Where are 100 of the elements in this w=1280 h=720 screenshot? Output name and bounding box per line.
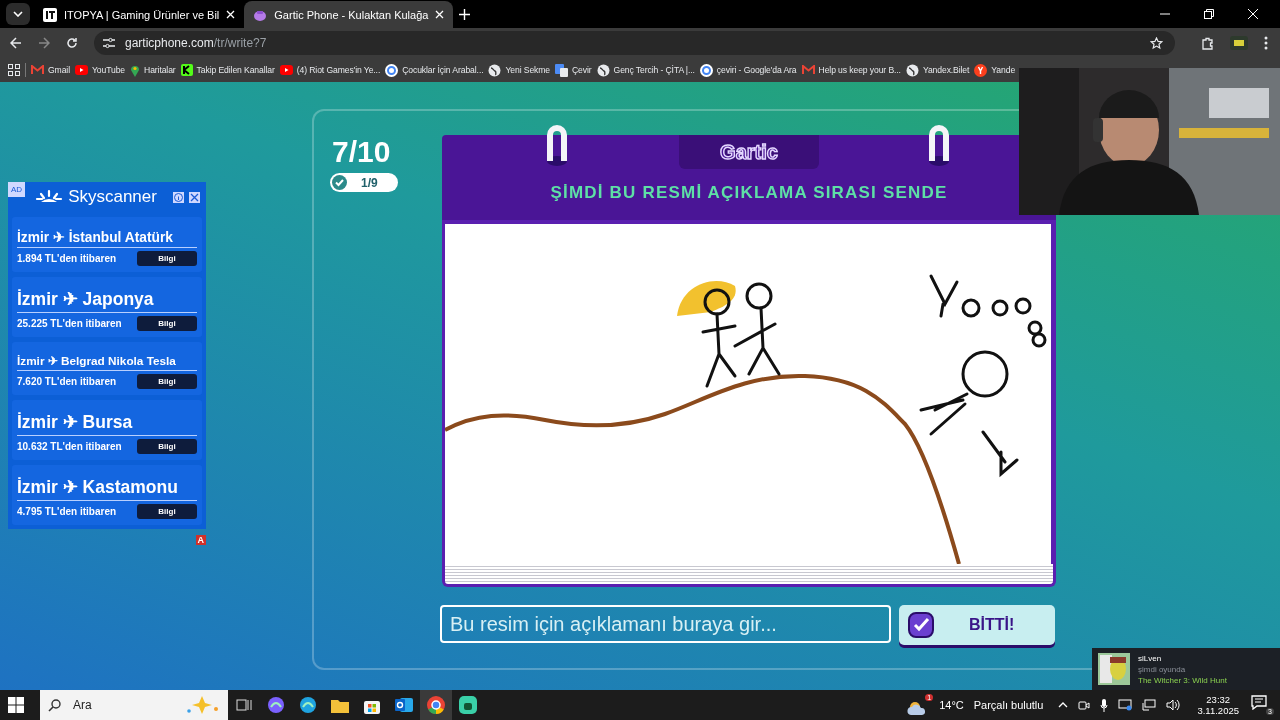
flight-offer-card[interactable]: İzmir ✈ Bursa 10.632 TL'den itibaren Bilgi [12,400,202,460]
ad-label: AD [8,182,26,197]
play-icon [74,65,88,75]
sunrise-logo-icon [35,189,64,205]
display-icon[interactable] [1118,699,1133,711]
globe-icon [488,63,502,77]
friend-notification[interactable]: siLven şimdi oyunda The Witcher 3: Wild Hunt [1092,648,1280,690]
bookmark[interactable]: Yande [974,63,1016,77]
new-tab-icon[interactable] [459,9,471,20]
info-button[interactable]: Bilgi [137,504,197,519]
reload-icon[interactable] [66,37,78,49]
caret-icon [13,11,23,17]
bookmark[interactable]: Takip Edilen Kanallar [180,64,275,76]
camera-icon[interactable] [1078,699,1091,711]
flight-offer-card[interactable]: İzmir ✈ Japonya 25.225 TL'den itibaren Bilgi [12,277,202,337]
bookmark[interactable]: Çevir [555,63,592,77]
map-pin-icon [130,63,141,77]
temperature: 14°C [939,699,964,711]
game-app-icon [459,696,477,714]
round-counter: 7/10 [332,135,391,169]
task-view-icon [236,698,252,712]
translate-icon [555,63,568,77]
flight-price: 7.620 TL'den itibaren [17,376,117,387]
description-input[interactable]: Bu resim için açıklamanı buraya gir... [440,605,891,643]
info-button[interactable]: Bilgi [137,316,197,331]
search-icon [48,698,61,712]
google-icon [385,63,399,77]
ad-badge: A [195,535,206,545]
bookmark[interactable]: Yandex.Bilet [905,63,970,77]
flight-price: 10.632 TL'den itibaren [17,441,122,452]
bookmark[interactable]: Gmail [31,65,70,75]
mail-icon [31,65,44,75]
google-icon [699,63,713,77]
browser-tab[interactable]: ITOPYA | Gaming Ürünler ve Bil [34,1,245,28]
flight-price: 25.225 TL'den itibaren [17,318,122,329]
bookmark[interactable]: Yeni Sekme [488,63,550,77]
play-icon [279,65,293,75]
bookmark[interactable]: (4) Riot Games'in Ye... [279,65,381,75]
site-settings-icon[interactable] [102,37,116,49]
weather-condition: Parçalı bulutlu [973,699,1044,711]
flight-offer-card[interactable]: İzmir ✈ Belgrad Nikola Tesla 7.620 TL'den itibaren Bilgi [12,342,202,395]
browser-icon [427,696,445,714]
search-field[interactable]: Ara [40,690,228,720]
ad-brand: Skyscanner [68,187,158,207]
back-icon[interactable] [10,37,22,49]
site-logo-icon [43,7,57,22]
flight-offer-card[interactable]: İzmir ✈ İstanbul Atatürk 1.894 TL'den itibaren Bilgi [12,217,202,272]
flight-route: İzmir ✈ Belgrad Nikola Tesla [17,354,197,371]
mail-icon [801,65,815,75]
bookmark[interactable]: YouTube [74,65,126,75]
app-icon [299,696,317,714]
microphone-icon[interactable] [1100,698,1109,712]
friend-name: siLven [1138,652,1163,664]
forward-icon[interactable] [38,37,50,49]
info-icon[interactable] [173,191,184,203]
bookmark[interactable]: çeviri - Google'da Ara [699,63,797,77]
clock-time: 23:32 [1206,694,1231,705]
cloud-icon [907,700,928,716]
network-icon[interactable] [1142,699,1157,711]
app-icon [267,696,285,714]
taskbar-app[interactable] [420,690,452,720]
bookmark[interactable]: Çocuklar İçin Arabal... [385,63,484,77]
profile-avatar-icon[interactable] [1230,36,1248,50]
browser-tab[interactable]: Gartic Phone - Kulaktan Kulağa [244,1,454,28]
address-bar[interactable]: garticphone.com/tr/write?7 [94,31,1175,55]
flight-route: İzmir ✈ Japonya [17,289,197,313]
message-icon [1251,695,1267,710]
tab-list-button[interactable] [6,3,30,25]
players-done-pill: 1/9 [330,173,398,192]
flight-price: 4.795 TL'den itibaren [17,506,117,517]
bookmark[interactable]: Haritalar [130,63,176,77]
flight-route: İzmir ✈ Bursa [17,412,197,436]
mail-app-icon [395,697,413,713]
start-icon[interactable] [8,697,24,713]
chevron-up-icon[interactable] [1058,702,1069,708]
gartic-logo: Gartic [720,140,778,164]
globe-icon [596,63,610,77]
yandex-icon [974,63,988,77]
folder-icon [331,697,349,713]
prompt-title: ŞİMDİ BU RESMİ AÇIKLAMA SIRASI SENDE [550,183,948,203]
apps-grid-icon[interactable] [8,64,20,76]
bookmark[interactable]: Genç Tercih - ÇİTA |... [596,63,695,77]
info-button[interactable]: Bilgi [137,439,197,454]
extensions-icon[interactable] [1201,36,1214,50]
clock-date: 3.11.2025 [1197,705,1239,716]
flight-offer-card[interactable]: İzmir ✈ Kastamonu 4.795 TL'den itibaren Bilgi [12,465,202,525]
globe-icon [905,63,919,77]
bookmark[interactable]: Help us keep your B... [801,65,901,75]
restore-icon[interactable] [1204,9,1214,19]
flight-route: İzmir ✈ Kastamonu [17,477,197,501]
volume-icon[interactable] [1166,699,1181,711]
info-button[interactable]: Bilgi [137,374,197,389]
flight-route: İzmir ✈ İstanbul Atatürk [17,229,197,248]
game-title: The Witcher 3: Wild Hunt [1138,674,1227,686]
done-button[interactable]: BİTTİ! [899,605,1055,645]
menu-icon[interactable] [1264,36,1268,50]
check-icon [332,175,347,190]
check-icon [907,611,935,639]
info-button[interactable]: Bilgi [137,251,197,266]
star-icon[interactable] [1150,36,1163,50]
